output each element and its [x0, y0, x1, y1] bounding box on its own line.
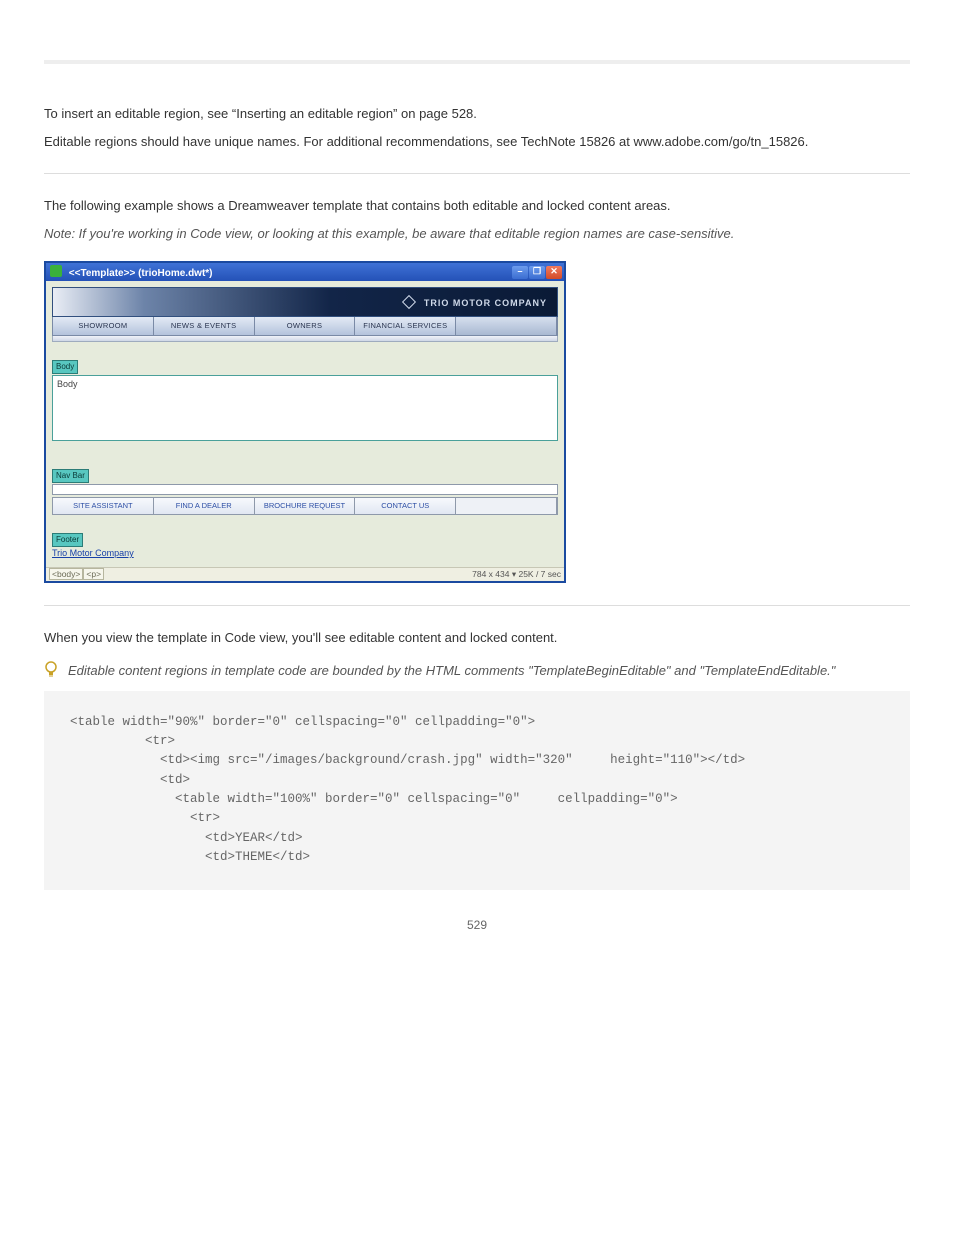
- nav-top-0[interactable]: SHOWROOM: [53, 317, 154, 335]
- window-buttons: – ❐ ✕: [512, 266, 562, 279]
- brand-label: TRIO MOTOR COMPANY: [404, 296, 547, 311]
- tag-selector[interactable]: <body><p>: [49, 568, 104, 581]
- footer-link[interactable]: Trio Motor Company: [52, 548, 134, 558]
- nav-top-row: SHOWROOM NEWS & EVENTS OWNERS FINANCIAL …: [52, 317, 558, 336]
- tag-p[interactable]: <p>: [83, 568, 104, 580]
- top-rule: [44, 60, 910, 64]
- status-right: 784 x 434 ▾ 25K / 7 sec: [472, 568, 561, 581]
- minimize-button[interactable]: –: [512, 266, 528, 279]
- navbar-region-tag: Nav Bar: [52, 469, 89, 483]
- app-icon: [50, 265, 62, 277]
- tag-body[interactable]: <body>: [49, 568, 83, 580]
- body-editable-region[interactable]: Body: [52, 375, 558, 441]
- nav-bottom-1[interactable]: FIND A DEALER: [154, 498, 255, 514]
- footer-region-tag: Footer: [52, 533, 83, 547]
- section-rule-1: [44, 173, 910, 174]
- nav-bottom-0[interactable]: SITE ASSISTANT: [53, 498, 154, 514]
- body-region-tag: Body: [52, 360, 78, 374]
- spacer-bar: [52, 336, 558, 342]
- close-button[interactable]: ✕: [546, 266, 562, 279]
- nav-top-4[interactable]: [456, 317, 557, 335]
- page-banner: TRIO MOTOR COMPANY: [52, 287, 558, 317]
- section-rule-2: [44, 605, 910, 606]
- nav-top-3[interactable]: FINANCIAL SERVICES: [355, 317, 456, 335]
- status-bar: <body><p> 784 x 434 ▾ 25K / 7 sec: [46, 567, 564, 581]
- section1-p1: The following example shows a Dreamweave…: [44, 196, 910, 216]
- body-region-text: Body: [57, 379, 78, 389]
- tip-icon: [44, 661, 58, 679]
- brand-text: TRIO MOTOR COMPANY: [424, 298, 547, 308]
- brand-logo-icon: [402, 295, 416, 309]
- nav-bottom-4[interactable]: [456, 498, 557, 514]
- maximize-button[interactable]: ❐: [529, 266, 545, 279]
- nav-top-1[interactable]: NEWS & EVENTS: [154, 317, 255, 335]
- section2-p1: When you view the template in Code view,…: [44, 628, 910, 648]
- window-title: <<Template>> (trioHome.dwt*): [69, 268, 213, 279]
- page-number: 529: [44, 916, 910, 934]
- window-titlebar: <<Template>> (trioHome.dwt*) – ❐ ✕: [46, 263, 564, 281]
- intro-p1: To insert an editable region, see “Inser…: [44, 104, 910, 124]
- section1-note: Note: If you're working in Code view, or…: [44, 224, 910, 244]
- code-sample: <table width="90%" border="0" cellspacin…: [44, 691, 910, 890]
- nav-bottom-row: SITE ASSISTANT FIND A DEALER BROCHURE RE…: [52, 497, 558, 515]
- intro-p2: Editable regions should have unique name…: [44, 132, 910, 152]
- nav-bottom-3[interactable]: CONTACT US: [355, 498, 456, 514]
- navbar-thin-row: [52, 484, 558, 495]
- tip-text: Editable content regions in template cod…: [68, 661, 835, 681]
- nav-bottom-2[interactable]: BROCHURE REQUEST: [255, 498, 356, 514]
- template-window: <<Template>> (trioHome.dwt*) – ❐ ✕ TRIO …: [44, 261, 566, 583]
- nav-top-2[interactable]: OWNERS: [255, 317, 356, 335]
